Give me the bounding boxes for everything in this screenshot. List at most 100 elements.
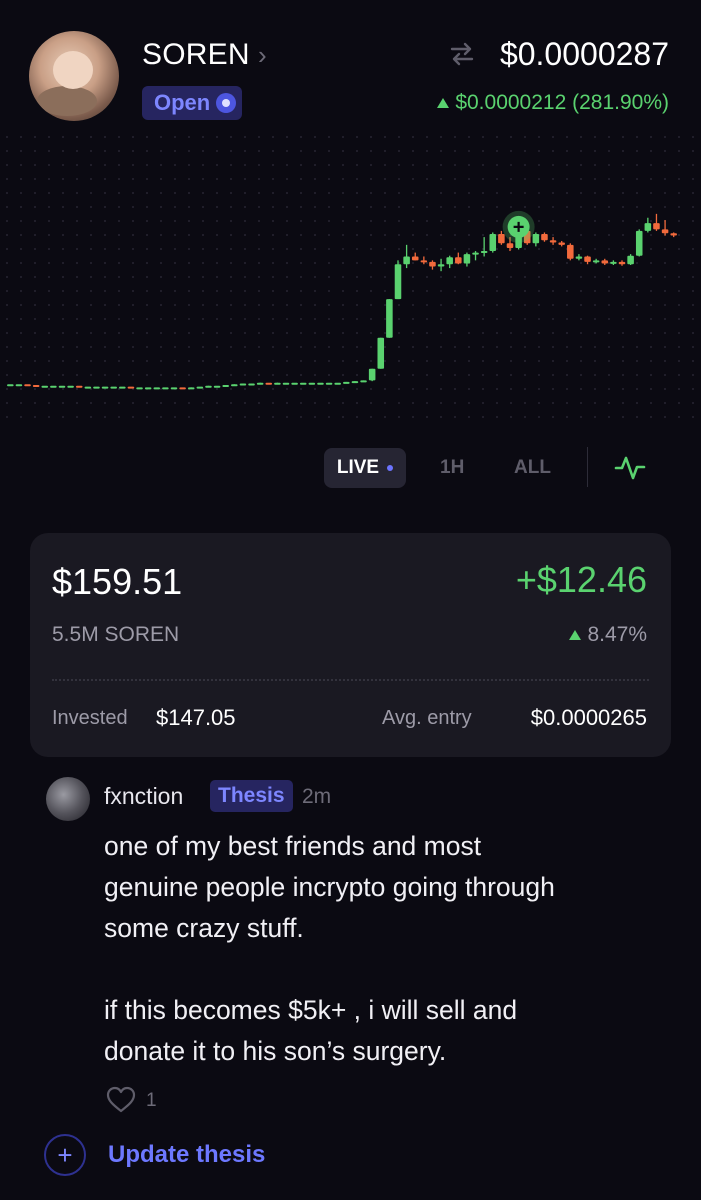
candle xyxy=(437,264,445,267)
candle xyxy=(541,234,548,241)
candle xyxy=(627,255,634,265)
token-name[interactable]: SOREN xyxy=(142,38,250,72)
candle xyxy=(239,383,247,386)
candle xyxy=(58,385,66,388)
user-avatar[interactable] xyxy=(46,777,90,821)
candle xyxy=(50,385,57,388)
candle xyxy=(144,387,152,390)
candle xyxy=(127,386,135,389)
candle xyxy=(196,386,204,389)
candle xyxy=(162,387,169,390)
candle xyxy=(446,257,453,265)
candle xyxy=(618,261,626,265)
candle xyxy=(420,260,428,263)
post-timestamp: 2m xyxy=(302,785,332,808)
tab-live[interactable]: LIVE xyxy=(324,448,406,488)
post-body: one of my best friends and most genuine … xyxy=(104,831,555,1066)
price-chart[interactable] xyxy=(0,130,701,430)
candle xyxy=(644,223,652,231)
candle xyxy=(549,240,557,243)
candle xyxy=(282,382,290,385)
chevron-right-icon[interactable]: › xyxy=(258,40,267,71)
candle xyxy=(41,385,49,388)
swap-icon[interactable] xyxy=(448,40,476,68)
candle xyxy=(635,230,643,256)
update-thesis-label: Update thesis xyxy=(108,1141,266,1168)
avg-entry-label: Avg. entry xyxy=(382,707,472,729)
status-label: Open xyxy=(154,90,211,115)
candle xyxy=(256,382,264,385)
token-avatar[interactable] xyxy=(29,31,119,121)
candle xyxy=(351,381,359,384)
candle xyxy=(429,261,436,267)
candle xyxy=(274,382,281,385)
candle xyxy=(93,386,100,389)
tab-1h[interactable]: 1H xyxy=(440,457,464,479)
pnl-percent-value: 8.47% xyxy=(587,623,647,646)
candle xyxy=(480,251,488,254)
candle xyxy=(472,252,479,255)
candle xyxy=(101,386,109,389)
token-price: $0.0000287 xyxy=(499,36,669,72)
candle xyxy=(368,368,376,381)
candle xyxy=(299,382,307,385)
candle xyxy=(24,384,31,387)
price-change-value: $0.0000212 (281.90%) xyxy=(455,91,669,114)
plus-icon: + xyxy=(44,1134,86,1176)
thesis-tag: Thesis xyxy=(210,780,293,812)
candle xyxy=(575,256,583,259)
candle xyxy=(179,387,186,390)
avatar-image-detail xyxy=(53,51,93,89)
invested-value: $147.05 xyxy=(156,705,236,730)
candle xyxy=(455,257,462,264)
candle xyxy=(386,299,393,338)
post-username[interactable]: fxnction xyxy=(104,783,183,810)
candle xyxy=(343,381,350,384)
divider xyxy=(52,679,649,681)
candle xyxy=(411,256,419,261)
candle xyxy=(291,382,298,385)
position-card: $159.51 +$12.46 5.5M SOREN 8.47% Investe… xyxy=(30,533,671,757)
candle xyxy=(532,234,540,244)
live-dot-icon xyxy=(387,465,394,471)
candle xyxy=(463,254,471,264)
tab-divider xyxy=(587,447,588,487)
candle xyxy=(15,384,23,387)
heart-icon[interactable] xyxy=(106,1086,136,1114)
candle xyxy=(248,383,255,386)
candle xyxy=(231,384,238,387)
candle xyxy=(110,386,117,389)
avg-entry-value: $0.0000265 xyxy=(530,705,647,730)
avatar-image-detail xyxy=(37,86,97,116)
candle xyxy=(32,385,40,388)
up-triangle-icon xyxy=(437,98,450,108)
candle xyxy=(136,387,143,390)
candle xyxy=(84,386,92,389)
candle xyxy=(592,260,600,263)
candle xyxy=(170,387,178,390)
like-count: 1 xyxy=(146,1090,157,1111)
candle xyxy=(153,387,161,390)
candle xyxy=(265,382,273,385)
position-value: $159.51 xyxy=(52,561,183,602)
candle xyxy=(653,223,660,230)
candle xyxy=(567,244,574,259)
candle xyxy=(403,256,410,265)
candle xyxy=(610,261,617,264)
candle xyxy=(498,234,505,244)
price-change: $0.0000212 (281.90%) xyxy=(437,91,669,115)
tab-all[interactable]: ALL xyxy=(514,457,551,479)
candle xyxy=(377,337,385,369)
candle xyxy=(187,387,195,390)
up-triangle-icon xyxy=(569,630,582,640)
pulse-icon[interactable] xyxy=(614,452,646,482)
candle xyxy=(317,382,324,385)
candle xyxy=(334,382,341,385)
update-thesis-button[interactable]: + Update thesis xyxy=(44,1133,294,1177)
position-pnl: +$12.46 xyxy=(515,559,647,600)
status-dot-icon xyxy=(216,93,236,113)
candle xyxy=(558,242,565,245)
candle xyxy=(67,385,74,388)
candle xyxy=(601,260,609,264)
candle xyxy=(670,233,677,236)
